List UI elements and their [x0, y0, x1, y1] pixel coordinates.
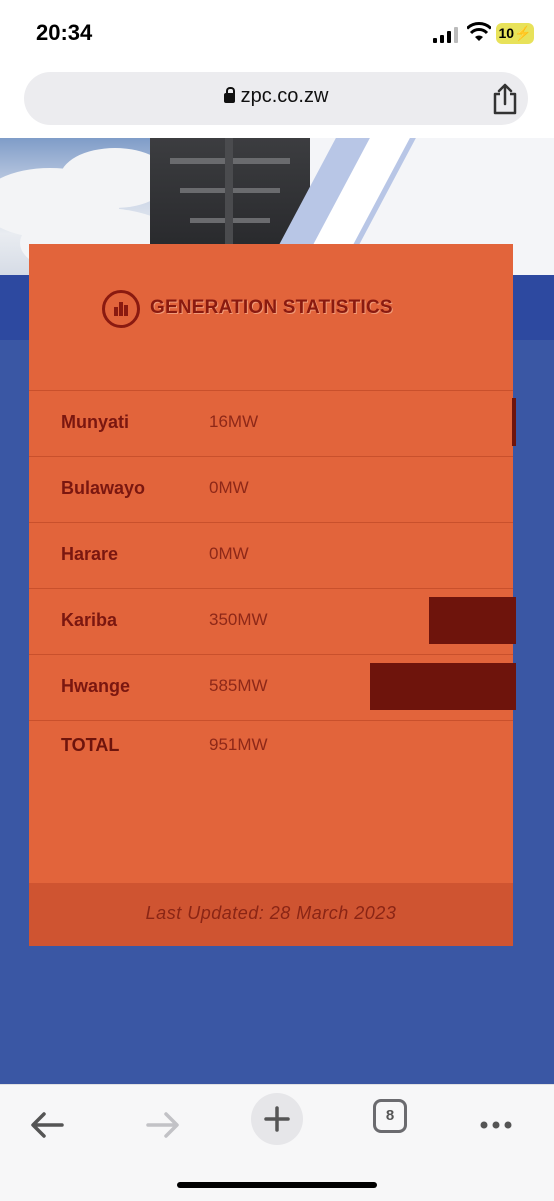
- station-output: 0MW: [209, 478, 249, 497]
- station-name: Bulawayo: [61, 478, 146, 498]
- total-output: 951MW: [209, 735, 268, 754]
- station-output: 0MW: [209, 544, 249, 563]
- status-bar: 20:34 10⚡: [0, 0, 554, 66]
- cellular-signal-icon: [433, 27, 458, 43]
- url-display[interactable]: zpc.co.zw: [24, 85, 528, 108]
- forward-arrow-icon[interactable]: [138, 1101, 186, 1149]
- charging-icon: ⚡: [514, 25, 532, 41]
- card-footer: Last Updated: 28 March 2023: [29, 883, 513, 946]
- last-updated-text: Last Updated: 28 March 2023: [145, 903, 397, 923]
- station-row-harare: Harare 0MW: [29, 522, 513, 589]
- plus-icon: [264, 1106, 290, 1132]
- station-output: 585MW: [209, 676, 268, 695]
- wifi-icon: [467, 22, 491, 41]
- station-name: Munyati: [61, 412, 130, 432]
- station-row-bulawayo: Bulawayo 0MW: [29, 456, 513, 523]
- share-icon[interactable]: [490, 82, 520, 116]
- card-header: GENERATION STATISTICS: [29, 244, 513, 391]
- battery-indicator: 10⚡: [496, 23, 534, 44]
- address-bar[interactable]: zpc.co.zw: [24, 72, 528, 125]
- station-output: 350MW: [209, 610, 268, 629]
- station-name: Harare: [61, 544, 119, 564]
- station-row-hwange: Hwange 585MW: [29, 654, 516, 721]
- bar-chart-icon: [102, 290, 140, 328]
- tabs-button[interactable]: 8: [373, 1099, 407, 1133]
- output-bar: [512, 398, 516, 446]
- url-text: zpc.co.zw: [240, 85, 329, 107]
- battery-level: 10: [498, 25, 515, 41]
- output-bar: [370, 663, 516, 710]
- more-options-icon[interactable]: [472, 1101, 520, 1149]
- back-arrow-icon[interactable]: [24, 1101, 72, 1149]
- card-title: GENERATION STATISTICS: [150, 297, 393, 318]
- generation-statistics-card: GENERATION STATISTICS Munyati 16MW Bulaw…: [29, 244, 516, 946]
- output-bar: [429, 597, 516, 644]
- total-row: TOTAL 951MW: [29, 722, 513, 772]
- station-row-munyati: Munyati 16MW: [29, 390, 516, 457]
- new-tab-button[interactable]: [251, 1093, 303, 1145]
- station-name: Kariba: [61, 610, 118, 630]
- total-label: TOTAL: [61, 735, 120, 755]
- station-row-kariba: Kariba 350MW: [29, 588, 516, 655]
- station-name: Hwange: [61, 676, 131, 696]
- station-output: 16MW: [209, 412, 259, 431]
- clock: 20:34: [36, 20, 93, 45]
- home-indicator: [177, 1182, 377, 1188]
- lock-icon: [223, 87, 235, 103]
